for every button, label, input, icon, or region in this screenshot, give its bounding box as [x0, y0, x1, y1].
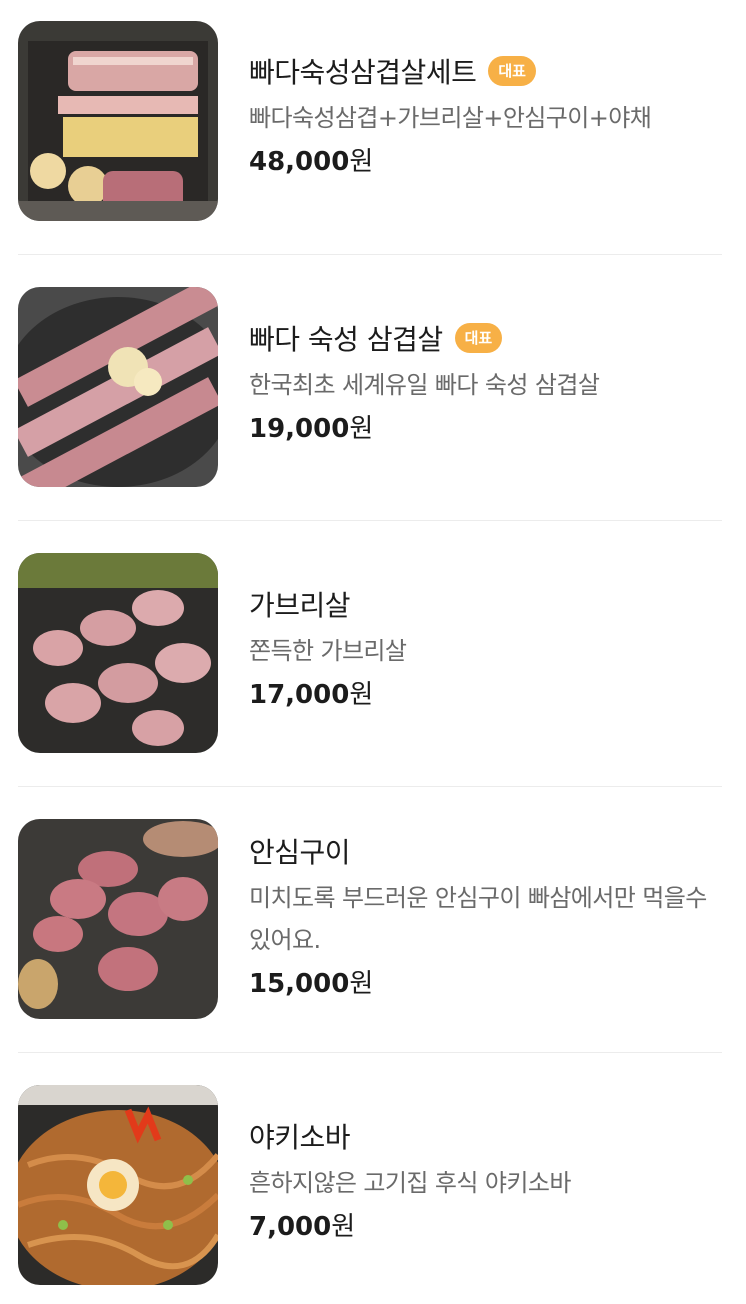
divider [18, 520, 722, 521]
menu-image-tenderloin [18, 819, 218, 1019]
menu-item-price: 19,000원 [249, 414, 374, 444]
menu-image-yakisoba [18, 1085, 218, 1285]
menu-list: 빠다숙성삼겹살세트 대표 빠다숙성삼겹+가브리살+안심구이+야채 48,000원… [0, 0, 746, 1304]
menu-item-name: 안심구이 [249, 836, 351, 869]
divider [18, 1052, 722, 1053]
menu-item-description: 쫀득한 가브리살 [249, 637, 407, 665]
divider [18, 786, 722, 787]
menu-item-price: 15,000원 [249, 969, 374, 999]
menu-item-description: 빠다숙성삼겹+가브리살+안심구이+야채 [249, 104, 652, 132]
menu-item-pork-set[interactable]: 빠다숙성삼겹살세트 대표 빠다숙성삼겹+가브리살+안심구이+야채 48,000원 [18, 21, 722, 221]
menu-item-price: 7,000원 [249, 1212, 356, 1242]
menu-item-price: 17,000원 [249, 680, 374, 710]
menu-item-name: 가브리살 [249, 589, 351, 622]
menu-item-description: 한국최초 세계유일 빠다 숙성 삼겹살 [249, 371, 600, 399]
menu-image-pork-set [18, 21, 218, 221]
menu-item-tenderloin[interactable]: 안심구이 미치도록 부드러운 안심구이 빠삼에서만 먹을수있어요. 15,000… [18, 819, 722, 1019]
menu-item-name: 빠다숙성삼겹살세트 [249, 56, 477, 89]
signature-badge: 대표 [488, 56, 536, 86]
menu-image-gabrisal [18, 553, 218, 753]
menu-item-yakisoba[interactable]: 야키소바 흔하지않은 고기집 후식 야키소바 7,000원 [18, 1085, 722, 1285]
menu-item-price: 48,000원 [249, 147, 374, 177]
menu-item-description: 흔하지않은 고기집 후식 야키소바 [249, 1169, 571, 1197]
signature-badge: 대표 [454, 323, 503, 353]
menu-item-name: 빠다 숙성 삼겹살 [249, 323, 443, 356]
divider [18, 254, 722, 255]
menu-image-pork-belly [18, 287, 218, 487]
menu-item-gabrisal[interactable]: 가브리살 쫀득한 가브리살 17,000원 [18, 553, 722, 753]
menu-item-pork-belly[interactable]: 빠다 숙성 삼겹살 대표 한국최초 세계유일 빠다 숙성 삼겹살 19,000원 [18, 287, 722, 487]
menu-item-description: 미치도록 부드러운 안심구이 빠삼에서만 먹을수있어요. [249, 884, 707, 954]
menu-item-name: 야키소바 [249, 1121, 351, 1154]
